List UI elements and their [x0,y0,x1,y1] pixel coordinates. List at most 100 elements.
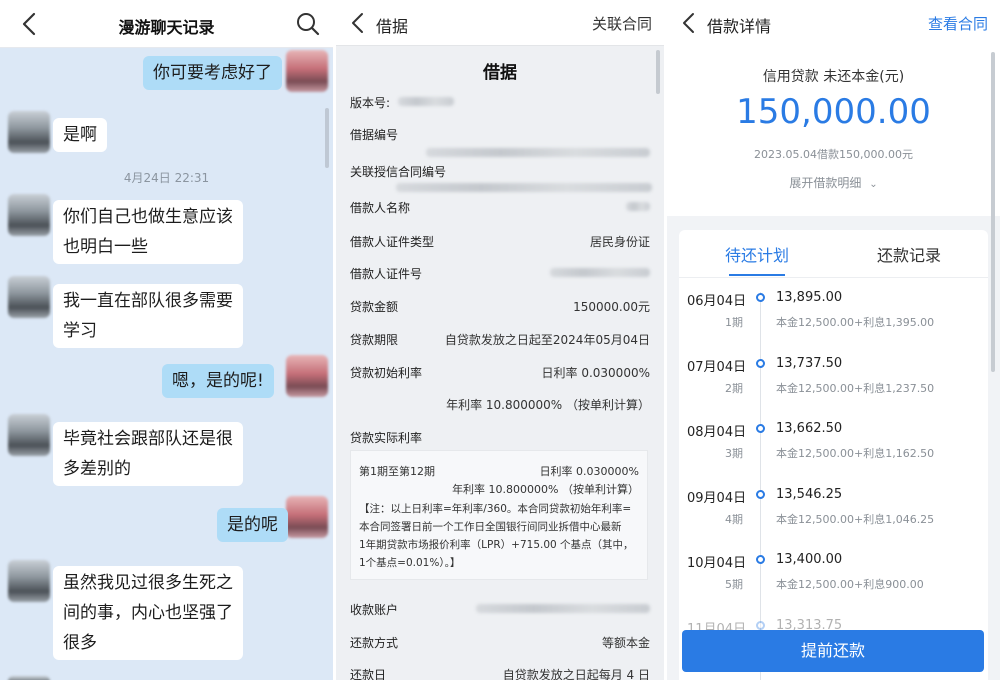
actual-rate-box: 第1期至第12期 日利率 0.030000% 年利率 10.800000% （按… [350,450,648,580]
timeline-dot [756,555,765,564]
rate-note-line: 1个基点=0.01%）。】 [359,557,461,569]
avatar[interactable] [286,50,328,92]
message-bubble-sent[interactable]: 嗯，是的呢! [162,364,274,398]
prepay-button[interactable]: 提前还款 [682,630,984,672]
initial-annual-rate: 年利率 10.800000% （按单利计算） [446,398,650,412]
repayment-method-value: 等额本金 [601,636,650,650]
note-header: 借据 关联合同 [336,0,664,46]
plan-breakdown: 本金12,500.00+利息900.00 [776,578,924,591]
avatar[interactable] [8,676,50,680]
detail-scrollbar[interactable] [991,52,995,372]
rate-note-line: 本合同签署日前一个工作日全国银行间同业拆借中心最新 [359,521,622,533]
rate-note-line: 1年期贷款市场报价利率（LPR）+715.00 个基点（其中， [359,539,634,551]
plan-amount: 13,546.25 [776,487,843,502]
redacted-note-number [426,148,650,157]
loan-term-label: 贷款期限 [350,333,399,347]
message-line: 很多 [63,633,97,653]
related-contract-link[interactable]: 关联合同 [592,13,652,34]
message-bubble-received[interactable]: 是啊 [53,118,107,152]
loan-date-line: 2023.05.04借款150,000.00元 [754,148,913,161]
plan-period: 1期 [725,316,743,329]
initial-rate-label: 贷款初始利率 [350,366,423,380]
plan-date: 07月04日 [687,360,747,375]
repayment-method-label: 还款方式 [350,636,399,650]
view-contract-link[interactable]: 查看合同 [928,13,988,34]
timeline-dot [756,424,765,433]
repayment-day-label: 还款日 [350,668,387,680]
plan-date: 06月04日 [687,294,747,309]
tab-divider [679,277,988,278]
outstanding-principal-amount: 150,000.00 [736,92,931,132]
plan-period: 4期 [725,513,743,526]
timeline-dot [756,490,765,499]
chat-timestamp: 4月24日 22:31 [123,171,210,185]
id-number-label-text: 借款人证件号 [350,267,423,281]
expand-label: 展开借款明细 [789,176,862,190]
plan-period: 5期 [725,578,743,591]
avatar[interactable] [8,560,50,602]
plan-period: 2期 [725,382,743,395]
redacted-id-number [550,268,650,277]
timeline-dot [756,293,765,302]
note-body[interactable]: 借据 版本号: 借据编号 关联授信合同编号 借款人名称 借款人证件类型 居民身份… [336,46,664,680]
message-bubble-received[interactable]: 毕竟社会跟部队还是很 多差别的 [53,422,243,486]
chat-scrollbar[interactable] [325,108,329,168]
detail-header-title: 借款详情 [707,17,772,36]
loan-term-value: 自贷款发放之日起至2024年05月04日 [444,333,650,347]
plan-date: 10月04日 [687,556,747,571]
message-bubble-sent[interactable]: 你可要考虑好了 [143,56,282,90]
tab-pending-plan[interactable]: 待还计划 [725,242,789,266]
message-bubble-received[interactable]: 虽然我见过很多生死之 间的事，内心也坚强了 很多 [53,566,243,660]
id-type-value: 居民身份证 [589,235,650,249]
rate-note-line: 【注：以上日利率=年利率/360。本合同贷款初始年利率= [359,503,632,515]
receiving-account-label: 收款账户 [350,603,399,617]
timeline-dot [756,621,765,630]
plan-date: 09月04日 [687,491,747,506]
avatar[interactable] [286,496,328,538]
note-doc-title: 借据 [483,63,517,83]
chat-title: 漫游聊天记录 [118,18,215,37]
plan-amount: 13,895.00 [776,290,843,305]
message-line: 我一直在部队很多需要 [63,291,233,311]
search-icon[interactable] [295,11,321,37]
loan-detail-panel: 借款详情 查看合同 信用贷款 未还本金(元) 150,000.00 2023.0… [667,0,1000,680]
loan-amount-value: 150000.00元 [573,300,650,314]
repayment-day-value: 自贷款发放之日起每月 4 日 [502,668,650,680]
message-bubble-sent[interactable]: 是的呢 [217,508,288,542]
detail-header: 借款详情 查看合同 [667,0,1000,46]
tab-repayment-records[interactable]: 还款记录 [877,242,941,266]
avatar[interactable] [8,414,50,456]
redacted-account [476,604,650,613]
redacted-version [398,97,454,106]
message-bubble-received[interactable]: 我一直在部队很多需要 学习 [53,284,243,348]
avatar[interactable] [8,276,50,318]
back-arrow-icon[interactable] [679,11,699,35]
borrower-name-label: 借款人名称 [350,201,411,215]
expand-loan-details[interactable]: 展开借款明细 ⌄ [667,174,1000,191]
plan-breakdown: 本金12,500.00+利息1,237.50 [776,382,935,395]
contract-number-label: 关联授信合同编号 [350,165,447,179]
plan-amount: 13,662.50 [776,421,843,436]
message-line: 学习 [63,321,97,341]
message-line: 多差别的 [63,459,131,479]
note-number-label: 借据编号 [350,128,399,142]
timeline-dot [756,359,765,368]
rate-daily: 日利率 0.030000% [539,465,639,478]
chat-header: 漫游聊天记录 [0,0,333,48]
avatar[interactable] [8,111,50,153]
outstanding-principal-label: 信用贷款 未还本金(元) [762,69,905,85]
avatar[interactable] [8,194,50,236]
message-line: 毕竟社会跟部队还是很 [63,429,233,449]
message-line: 间的事，内心也坚强了 [63,603,233,623]
chat-message-list[interactable]: 你可要考虑好了 是啊 4月24日 22:31 你们自己也做生意应该 也明白一些 … [0,48,333,680]
redacted-contract-number [396,183,652,192]
avatar[interactable] [286,355,328,397]
plan-breakdown: 本金12,500.00+利息1,046.25 [776,513,935,526]
repayment-card: 待还计划 还款记录 06月04日 1期 13,895.00 本金12,500.0… [679,230,988,680]
active-tab-indicator [729,274,785,276]
plan-breakdown: 本金12,500.00+利息1,162.50 [776,447,935,460]
message-bubble-received[interactable]: 你们自己也做生意应该 也明白一些 [53,200,243,264]
loan-summary: 信用贷款 未还本金(元) 150,000.00 2023.05.04借款150,… [667,46,1000,216]
plan-amount: 13,400.00 [776,552,843,567]
back-arrow-icon[interactable] [348,11,368,35]
